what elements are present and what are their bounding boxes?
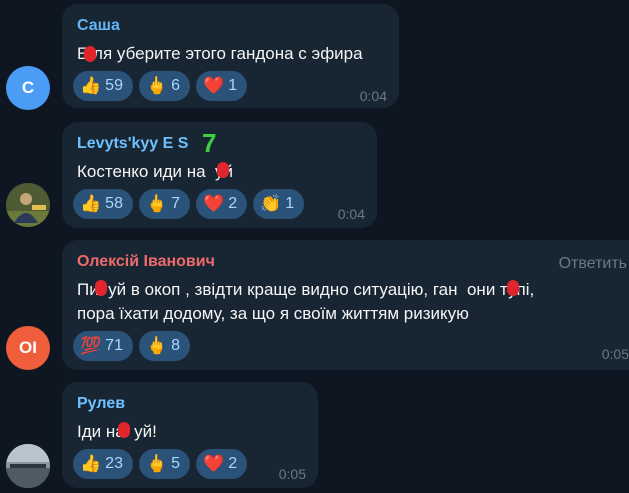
reactions-bar: 👍 23 🖕 5 ❤️ 2 (73, 449, 248, 479)
redaction-mark (507, 280, 519, 296)
thumbs-up-icon: 👍 (80, 76, 102, 96)
reactions-bar: 👍 59 🖕 6 ❤️ 1 (73, 71, 248, 101)
hundred-points-icon: 💯 (80, 336, 102, 356)
avatar-photo-icon (6, 183, 50, 227)
reaction-middle-finger[interactable]: 🖕 5 (138, 449, 191, 479)
reaction-middle-finger[interactable]: 🖕 6 (138, 71, 191, 101)
middle-finger-icon: 🖕 (145, 336, 168, 356)
thumbs-up-icon: 👍 (80, 454, 102, 474)
avatar-oleksii[interactable]: OI (6, 326, 50, 370)
reaction-thumbs-up[interactable]: 👍 59 (73, 71, 133, 101)
reaction-count: 6 (171, 77, 181, 94)
message-bubble[interactable]: Рулев Іди на уй! 👍 23 🖕 5 ❤️ 2 0:05 (62, 382, 318, 488)
reaction-count: 58 (105, 195, 123, 212)
clap-icon: 👏 (260, 194, 282, 214)
sender-name[interactable]: Рулев (77, 395, 125, 413)
reaction-count: 5 (171, 455, 181, 472)
reaction-count: 23 (105, 455, 123, 472)
sender-name[interactable]: Олексій Іванович (77, 253, 215, 271)
middle-finger-icon: 🖕 (145, 76, 168, 96)
redaction-mark (95, 280, 107, 296)
message-time: 0:04 (337, 206, 365, 222)
message-text: Іди на уй! (77, 422, 157, 441)
reply-link[interactable]: Ответить (559, 255, 627, 273)
message-text: Костенко иди на уй (77, 162, 234, 181)
message-bubble[interactable]: Саша Е ля уберите этого гандона с эфира … (62, 4, 399, 108)
sender-name[interactable]: Саша (77, 17, 120, 35)
reaction-heart[interactable]: ❤️ 2 (196, 189, 248, 219)
redaction-mark (217, 162, 229, 178)
avatar-levytskyy[interactable] (6, 183, 50, 227)
sender-name[interactable]: Levyts'kyy E S (77, 135, 188, 153)
heart-icon: ❤️ (203, 76, 225, 96)
redaction-mark (84, 46, 96, 62)
reaction-count: 71 (105, 337, 123, 354)
sender-badge: 7 (202, 128, 217, 158)
reaction-middle-finger[interactable]: 🖕 8 (138, 331, 191, 361)
reaction-thumbs-up[interactable]: 👍 58 (73, 189, 133, 219)
message-time: 0:05 (278, 466, 306, 482)
reactions-bar: 👍 58 🖕 7 ❤️ 2 👏 1 (73, 189, 305, 219)
reaction-hundred[interactable]: 💯 71 (73, 331, 133, 361)
reactions-bar: 💯 71 🖕 8 (73, 331, 191, 361)
reaction-count: 7 (171, 195, 181, 212)
middle-finger-icon: 🖕 (145, 194, 168, 214)
message-bubble[interactable]: Олексій Іванович Ответить Пи уй в окоп ,… (62, 240, 629, 370)
reaction-count: 2 (228, 195, 238, 212)
reaction-thumbs-up[interactable]: 👍 23 (73, 449, 133, 479)
reaction-clap[interactable]: 👏 1 (253, 189, 305, 219)
avatar-sasha[interactable]: С (6, 66, 50, 110)
thumbs-up-icon: 👍 (80, 194, 102, 214)
message-text-line-1: Пи уй в окоп , звідти краще видно ситуац… (77, 280, 535, 299)
reaction-heart[interactable]: ❤️ 2 (196, 449, 248, 479)
reaction-middle-finger[interactable]: 🖕 7 (138, 189, 191, 219)
reaction-count: 8 (171, 337, 181, 354)
message-bubble[interactable]: Levyts'kyy E S 7 Костенко иди на уй 👍 58 … (62, 122, 377, 228)
redaction-mark (118, 422, 130, 438)
heart-icon: ❤️ (203, 194, 225, 214)
heart-icon: ❤️ (203, 454, 225, 474)
reaction-count: 1 (285, 195, 295, 212)
message-text: Е ля уберите этого гандона с эфира (77, 44, 363, 63)
reaction-heart[interactable]: ❤️ 1 (196, 71, 248, 101)
avatar-photo-icon (6, 444, 50, 488)
reaction-count: 2 (228, 455, 238, 472)
avatar-rulev[interactable] (6, 444, 50, 488)
message-time: 0:04 (359, 88, 387, 104)
reaction-count: 59 (105, 77, 123, 94)
reaction-count: 1 (228, 77, 238, 94)
middle-finger-icon: 🖕 (145, 454, 168, 474)
message-text-line-2: пора їхати додому, за що я своїм життям … (77, 304, 469, 323)
message-time: 0:05 (601, 346, 629, 362)
